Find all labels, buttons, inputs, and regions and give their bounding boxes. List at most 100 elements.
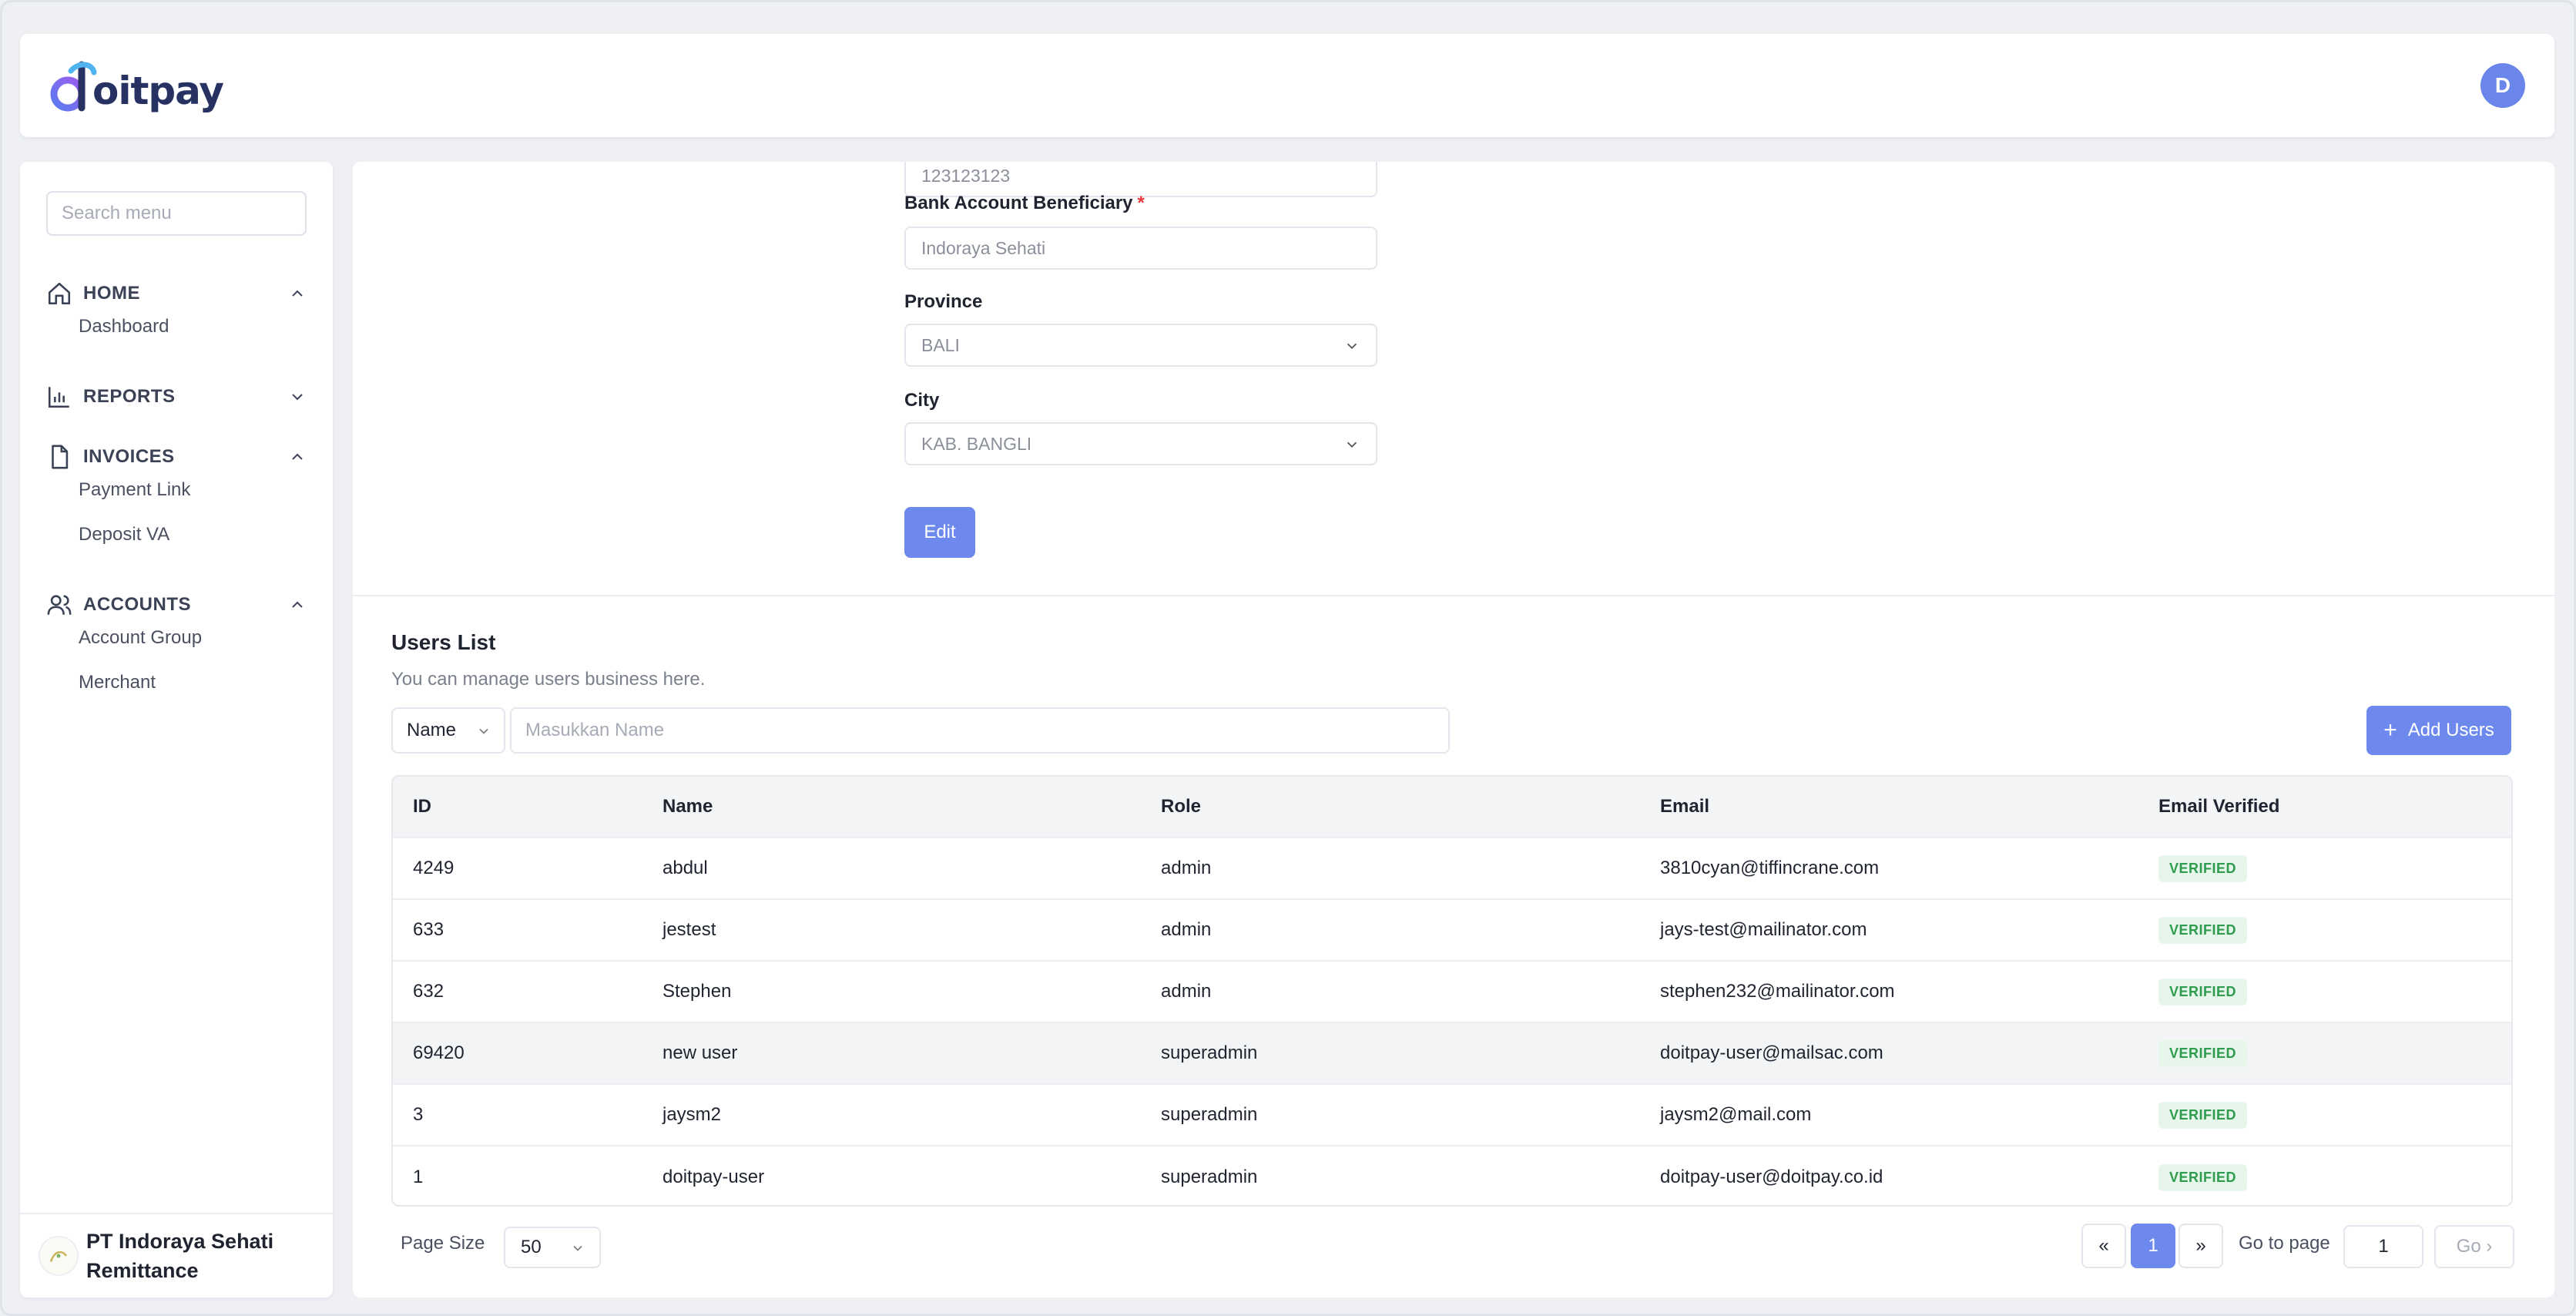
cell-email: jaysm2@mail.com [1660,1104,1812,1125]
column-header-email[interactable]: Email [1660,796,1709,817]
city-value: KAB. BANGLI [921,433,1032,454]
province-label: Province [904,291,983,312]
beneficiary-value: Indoraya Sehati [921,237,1046,258]
province-value: BALI [921,334,960,355]
bar-chart-icon [48,387,69,408]
nav-section-reports[interactable]: REPORTS [46,378,307,416]
user-avatar[interactable]: D [2480,63,2525,108]
nav-section-accounts[interactable]: ACCOUNTS [46,586,307,624]
cell-email: doitpay-user@doitpay.co.id [1660,1167,1883,1187]
cell-id: 4249 [413,858,454,878]
home-icon [48,282,71,305]
cell-role: superadmin [1161,1167,1258,1187]
cell-id: 3 [413,1104,424,1125]
top-header: oitpay D [20,34,2554,137]
column-header-email-verified[interactable]: Email Verified [2158,796,2279,817]
table-row[interactable]: 4249 abdul admin 3810cyan@tiffincrane.co… [393,838,2511,900]
account-number-value: 123123123 [921,165,1011,186]
first-page-button[interactable]: « [2081,1224,2126,1268]
cell-name: jestest [662,919,716,940]
company-name: PT Indoraya Sehati Remittance [86,1230,274,1282]
city-label: City [904,390,940,411]
verified-badge: VERIFIED [2158,978,2248,1005]
beneficiary-label-text: Bank Account Beneficiary [904,193,1133,213]
table-row[interactable]: 633 jestest admin jays-test@mailinator.c… [393,900,2511,962]
table-row[interactable]: 3 jaysm2 superadmin jaysm2@mail.com VERI… [393,1085,2511,1146]
nav-section-label: ACCOUNTS [83,594,191,615]
doitpay-logo[interactable]: oitpay [48,55,224,117]
company-logo-icon [49,1251,68,1262]
cell-role: admin [1161,858,1212,878]
company-logo [39,1236,79,1276]
column-header-name[interactable]: Name [662,796,713,817]
main-content: 123123123 Bank Account Beneficiary * Indo… [353,162,2554,1298]
verified-badge: VERIFIED [2158,1039,2248,1067]
province-select[interactable]: BALI [904,324,1377,367]
document-icon [52,445,69,469]
chevron-down-icon [1347,441,1357,448]
sidebar-item-dashboard[interactable]: Dashboard [79,316,169,337]
go-to-page-label: Go to page [2239,1233,2330,1254]
cell-name: jaysm2 [662,1104,722,1125]
chevron-up-icon [292,601,303,608]
sidebar: HOME Dashboard REPORTS INVOICES Payment … [20,162,333,1298]
filter-field-select[interactable]: Name [391,707,505,754]
page-size-select[interactable]: 50 [504,1227,601,1268]
table-row[interactable]: 632 Stephen admin stephen232@mailinator.… [393,962,2511,1023]
users-icon [47,595,72,615]
nav-section-label: REPORTS [83,386,176,407]
nav-section-invoices[interactable]: INVOICES [46,438,307,476]
verified-badge: VERIFIED [2158,1163,2248,1191]
double-chevron-right-icon: » [2195,1235,2206,1256]
filter-name-input[interactable] [510,707,1450,754]
logo-mark-icon [50,61,97,112]
sidebar-item-payment-link[interactable]: Payment Link [79,479,190,501]
cell-id: 633 [413,919,444,940]
current-page-number: 1 [2148,1235,2158,1256]
sidebar-item-merchant[interactable]: Merchant [79,672,156,693]
nav-section-home[interactable]: HOME [46,274,307,313]
chevron-down-icon [573,1245,582,1251]
beneficiary-field[interactable]: Indoraya Sehati [904,227,1377,270]
filter-field-value: Name [407,720,457,740]
cell-name: Stephen [662,981,732,1002]
edit-button[interactable]: Edit [904,507,975,558]
go-button[interactable]: Go › [2434,1225,2514,1268]
company-switcher[interactable]: PT Indoraya Sehati Remittance [20,1213,333,1298]
cell-role: superadmin [1161,1104,1258,1125]
beneficiary-label: Bank Account Beneficiary * [904,193,1145,214]
last-page-button[interactable]: » [2179,1224,2223,1268]
add-users-button[interactable]: + Add Users [2366,706,2511,755]
sidebar-item-account-group[interactable]: Account Group [79,627,202,649]
chevron-up-icon [292,453,303,460]
page-1-button[interactable]: 1 [2131,1224,2175,1268]
nav-section-label: HOME [83,283,140,304]
required-mark: * [1137,193,1145,213]
logo-text: oitpay [92,69,224,113]
cell-email: stephen232@mailinator.com [1660,981,1895,1002]
verified-badge: VERIFIED [2158,1101,2248,1129]
verified-badge: VERIFIED [2158,916,2248,944]
add-users-label: Add Users [2407,720,2494,740]
go-to-page-input[interactable] [2343,1225,2423,1268]
nav-section-label: INVOICES [83,446,175,467]
city-select[interactable]: KAB. BANGLI [904,422,1377,465]
table-row-hovered[interactable]: 69420 new user superadmin doitpay-user@m… [393,1023,2511,1085]
chevron-down-icon [1347,343,1357,350]
cell-id: 1 [413,1167,424,1187]
column-header-id[interactable]: ID [413,796,431,817]
sidebar-item-deposit-va[interactable]: Deposit VA [79,524,169,546]
cell-id: 69420 [413,1042,465,1063]
cell-id: 632 [413,981,444,1002]
section-divider [353,595,2554,596]
cell-email: 3810cyan@tiffincrane.com [1660,858,1880,878]
users-table: ID Name Role Email Email Verified 4249 a… [391,775,2513,1207]
chevron-down-icon [292,394,303,401]
users-list-title: Users List [391,630,496,654]
column-header-role[interactable]: Role [1161,796,1201,817]
table-row[interactable]: 1 doitpay-user superadmin doitpay-user@d… [393,1146,2511,1205]
search-menu-input[interactable] [46,191,307,236]
cell-name: new user [662,1042,738,1063]
chevron-up-icon [292,290,303,297]
cell-role: admin [1161,981,1212,1002]
